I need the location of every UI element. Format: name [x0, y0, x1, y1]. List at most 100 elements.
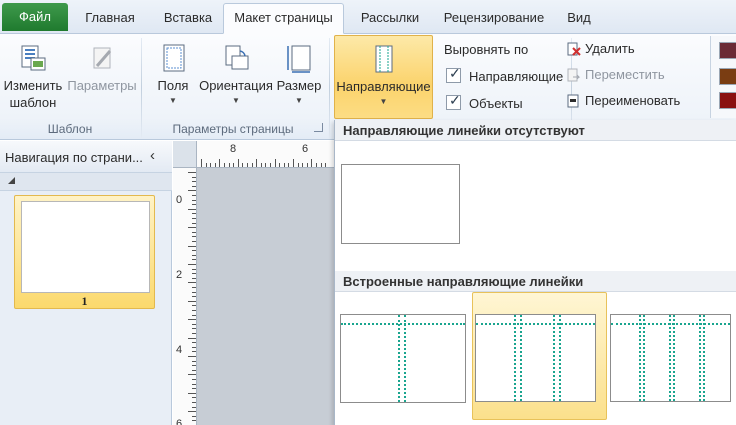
align-guides-checkbox[interactable]: ✓: [446, 65, 461, 83]
guides-button-content: Направляющие ▼: [335, 43, 432, 106]
ruler-number: 8: [230, 143, 237, 155]
workspace[interactable]: 8 6 0 2 4 6: [173, 141, 334, 425]
tab-home[interactable]: Главная: [74, 4, 146, 34]
size-label: Размер: [276, 78, 322, 93]
tab-mailings[interactable]: Рассылки: [348, 4, 432, 34]
change-template-label-2: шаблон: [9, 95, 57, 110]
template-parameters-button[interactable]: Параметры: [66, 42, 138, 94]
color-swatch[interactable]: [719, 92, 736, 109]
ruler-number: 6: [302, 143, 309, 155]
ruler-tick: [256, 159, 258, 167]
ruler-tick: [192, 402, 196, 403]
ruler-tick: [188, 264, 196, 265]
tab-view[interactable]: Вид: [557, 4, 601, 34]
ruler-tick: [192, 218, 196, 219]
ruler-number: 4: [176, 344, 183, 356]
ruler-tick: [288, 163, 290, 167]
checkmark-icon: ✓: [449, 65, 461, 81]
ruler-tick: [192, 277, 196, 279]
tab-insert[interactable]: Вставка: [150, 4, 226, 34]
ruler-tick: [192, 342, 196, 344]
ruler-tick: [224, 163, 225, 167]
ruler-tick: [219, 159, 221, 167]
margins-button[interactable]: Поля ▼: [150, 42, 196, 105]
change-template-button[interactable]: Изменить шаблон: [2, 42, 64, 111]
ruler-tick: [192, 296, 196, 298]
page-thumbnail[interactable]: 1: [14, 195, 155, 309]
dialog-launcher-icon[interactable]: [314, 123, 323, 132]
ruler-tick: [214, 163, 216, 167]
ribbon-tab-bar: Файл Главная Вставка Макет страницы Расс…: [0, 0, 736, 34]
ruler-corner[interactable]: [173, 141, 197, 168]
group-label-page-params: Параметры страницы: [172, 122, 294, 136]
guide-line: [643, 315, 645, 401]
guides-option-four-columns[interactable]: [610, 314, 731, 402]
ruler-tick: [192, 310, 196, 311]
tab-review[interactable]: Рецензирование: [433, 4, 555, 34]
ruler-tick: [192, 314, 196, 316]
vertical-ruler[interactable]: 0 2 4 6: [173, 168, 197, 425]
delete-page-button[interactable]: Удалить: [567, 41, 635, 56]
ruler-tick: [306, 163, 308, 167]
ruler-tick: [192, 204, 196, 206]
move-page-button[interactable]: Переместить: [567, 67, 665, 82]
ruler-tick: [192, 365, 196, 367]
guides-option-two-columns[interactable]: [340, 314, 466, 403]
ruler-tick: [188, 374, 196, 376]
ruler-tick: [192, 406, 196, 408]
ruler-tick: [192, 213, 196, 215]
change-template-label-1: Изменить: [3, 78, 63, 93]
page-navigation-pane: Навигация по страни... ‹ 1: [0, 141, 172, 425]
guides-label: Направляющие: [336, 79, 431, 94]
ruler-tick: [320, 163, 322, 167]
guide-line: [673, 315, 675, 401]
ruler-tick: [283, 163, 285, 167]
align-objects-label: Объекты: [469, 96, 523, 111]
align-objects-checkbox[interactable]: ✓: [446, 92, 461, 110]
ruler-tick: [192, 369, 196, 371]
guides-option-three-columns[interactable]: [475, 314, 596, 402]
ruler-number: 0: [176, 194, 183, 206]
ruler-tick: [192, 222, 196, 224]
change-template-icon: [21, 45, 46, 71]
ruler-tick: [192, 254, 196, 256]
chevron-left-icon[interactable]: ‹: [150, 147, 155, 164]
ruler-tick: [205, 163, 207, 167]
color-scheme-gallery[interactable]: [710, 36, 736, 118]
ruler-tick: [192, 236, 196, 238]
ruler-tick: [192, 195, 196, 196]
ruler-tick: [265, 163, 267, 167]
ruler-tick: [192, 199, 196, 201]
horizontal-ruler[interactable]: 8 6: [197, 141, 334, 168]
color-swatch[interactable]: [719, 42, 736, 59]
ruler-tick: [192, 323, 196, 325]
ruler-tick: [188, 172, 196, 173]
guides-option-none[interactable]: [341, 164, 460, 244]
ruler-tick: [188, 392, 196, 394]
margins-label: Поля: [157, 78, 189, 93]
nav-pane-section-toggle[interactable]: [0, 173, 172, 191]
guides-button[interactable]: Направляющие ▼: [334, 35, 433, 119]
guides-icon: [375, 45, 392, 73]
guide-line: [476, 323, 595, 325]
tab-page-layout[interactable]: Макет страницы: [223, 3, 344, 34]
margins-icon: [163, 44, 185, 72]
rename-page-button[interactable]: Переименовать: [567, 93, 680, 108]
guide-line: [559, 315, 561, 401]
expand-triangle-icon: [8, 177, 15, 184]
orientation-label: Ориентация: [199, 78, 273, 93]
size-button[interactable]: Размер ▼: [275, 42, 323, 105]
ruler-tick: [228, 163, 230, 167]
delete-page-label: Удалить: [585, 41, 635, 56]
align-to-label: Выровнять по: [444, 42, 529, 57]
ruler-tick: [192, 346, 196, 348]
guide-line: [669, 315, 671, 401]
ruler-tick: [192, 176, 196, 178]
ruler-tick: [192, 397, 196, 399]
ruler-tick: [188, 190, 196, 192]
color-swatch[interactable]: [719, 68, 736, 85]
ruler-tick: [192, 231, 196, 233]
orientation-button[interactable]: Ориентация ▼: [199, 42, 273, 105]
tab-file[interactable]: Файл: [2, 3, 68, 31]
section-heading-no-guides: Направляющие линейки отсутствуют: [335, 120, 736, 141]
